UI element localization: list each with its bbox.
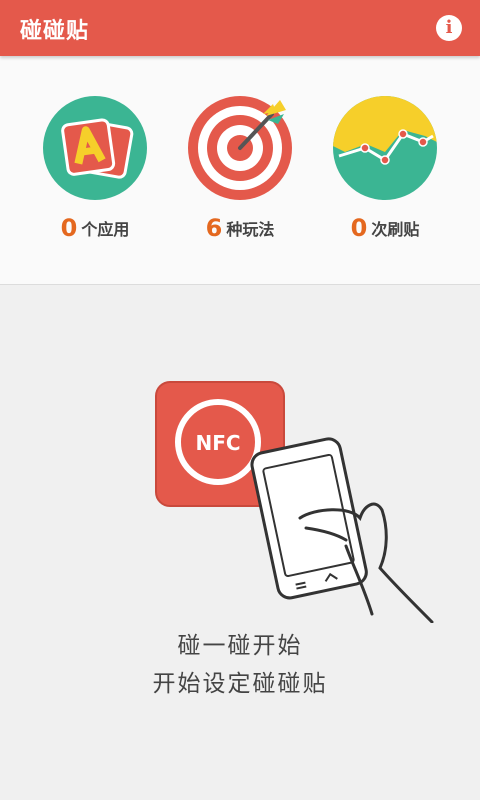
app-title: 碰碰贴 (20, 19, 90, 44)
line-chart-icon (333, 96, 437, 200)
target-dart-icon (188, 96, 292, 200)
apps-count: 0 (60, 214, 78, 242)
nfc-badge-text: NFC (195, 431, 240, 455)
swipes-count: 0 (350, 214, 368, 242)
prompt-line-2: 开始设定碰碰贴 (152, 671, 328, 697)
modes-count: 6 (205, 214, 223, 242)
apps-label: 个应用 (81, 220, 130, 239)
nfc-phone-tap-icon: NFC (155, 381, 434, 623)
stat-apps[interactable]: 0 个应用 (15, 96, 175, 244)
apps-cards-icon (43, 96, 147, 200)
stat-modes[interactable]: 6 种玩法 (160, 96, 320, 244)
info-icon[interactable]: i (436, 15, 462, 41)
stats-panel: 0 个应用 6 种玩法 0 次刷贴 (0, 56, 480, 285)
prompt-line-1: 碰一碰开始 (177, 633, 303, 659)
app-bar: 碰碰贴 i (0, 0, 480, 56)
stat-swipes[interactable]: 0 次刷贴 (305, 96, 465, 244)
swipes-label: 次刷贴 (371, 220, 420, 239)
modes-label: 种玩法 (226, 220, 275, 239)
